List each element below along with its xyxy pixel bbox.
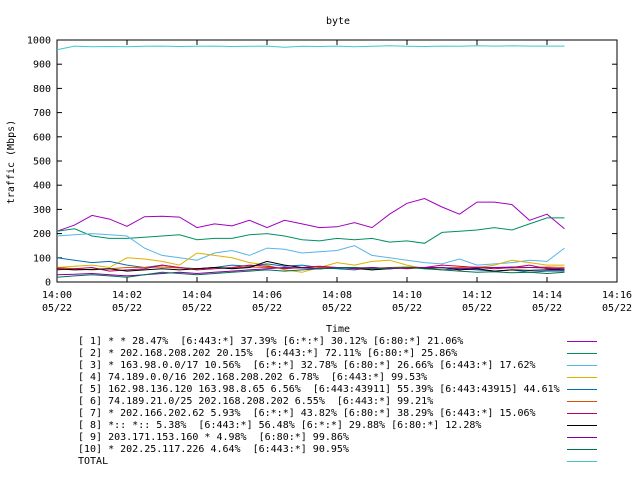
legend-entry-5: [ 5] 162.98.136.120 163.98.8.65 6.56% [6…	[78, 384, 638, 396]
y-tick-label: 700	[33, 108, 51, 119]
legend-entry-10: [10] * 202.25.117.226 4.64% [6:443:*] 90…	[78, 444, 638, 456]
legend-entry-7: [ 7] * 202.166.202.62 5.93% [6:*:*] 43.8…	[78, 408, 638, 420]
legend-swatch	[567, 437, 597, 438]
legend-label: [10] * 202.25.117.226 4.64% [6:443:*] 90…	[78, 444, 349, 455]
legend-label: [ 1] * * 28.47% [6:443:*] 37.39% [6:*:*]…	[78, 336, 464, 347]
legend-swatch	[567, 461, 597, 462]
series-line-11	[56, 45, 565, 51]
legend-label: [ 6] 74.189.21.0/25 202.168.208.202 6.55…	[78, 396, 434, 407]
legend-swatch	[567, 389, 597, 390]
x-tick-time-label: 14:02	[112, 290, 142, 301]
legend-swatch	[567, 449, 597, 450]
legend-swatch	[567, 365, 597, 366]
legend-swatch	[567, 425, 597, 426]
chart-title: byte	[326, 16, 350, 27]
legend-swatch	[567, 401, 597, 402]
y-tick-label: 500	[33, 157, 51, 168]
legend-entry-6: [ 6] 74.189.21.0/25 202.168.208.202 6.55…	[78, 396, 638, 408]
y-tick-label: 800	[33, 84, 51, 95]
legend-entry-2: [ 2] * 202.168.208.202 20.15% [6:443:*] …	[78, 348, 638, 360]
y-axis-ticks: 0 100 200 300 400 500 600 700 800 900 1000	[27, 36, 617, 289]
x-tick-date-label: 05/22	[42, 303, 72, 314]
x-tick-time-label: 14:06	[252, 290, 282, 301]
x-tick-date-label: 05/22	[532, 303, 562, 314]
x-tick-time-label: 14:08	[322, 290, 352, 301]
series-line-2	[56, 217, 565, 244]
legend-entry-3: [ 3] * 163.98.0.0/17 10.56% [6:*:*] 32.7…	[78, 360, 638, 372]
legend-label: [ 9] 203.171.153.160 * 4.98% [6:80:*] 99…	[78, 432, 349, 443]
legend-label: [ 8] *:: *:: 5.38% [6:443:*] 56.48% [6:*…	[78, 420, 482, 431]
legend-entry-9: [ 9] 203.171.153.160 * 4.98% [6:80:*] 99…	[78, 432, 638, 444]
legend-swatch	[567, 353, 597, 354]
x-tick-time-label: 14:14	[532, 290, 562, 301]
x-tick-date-label: 05/22	[182, 303, 212, 314]
legend-swatch	[567, 377, 597, 378]
legend-label: [ 2] * 202.168.208.202 20.15% [6:443:*] …	[78, 348, 458, 359]
x-tick-time-label: 14:10	[392, 290, 422, 301]
x-tick-date-label: 05/22	[112, 303, 142, 314]
legend-label: [ 5] 162.98.136.120 163.98.8.65 6.56% [6…	[78, 384, 560, 395]
y-tick-label: 300	[33, 205, 51, 216]
y-tick-label: 400	[33, 181, 51, 192]
series-line-1	[56, 197, 565, 232]
x-tick-date-label: 05/22	[392, 303, 422, 314]
y-axis-label: traffic (Mbps)	[6, 120, 17, 204]
legend-label: [ 4] 74.189.0.0/16 202.168.208.202 6.78%…	[78, 372, 428, 383]
x-tick-date-label: 05/22	[252, 303, 282, 314]
series-lines	[56, 45, 565, 278]
y-tick-label: 100	[33, 253, 51, 264]
x-tick-time-label: 14:12	[462, 290, 492, 301]
legend-entry-1: [ 1] * * 28.47% [6:443:*] 37.39% [6:*:*]…	[78, 336, 638, 348]
y-tick-label: 600	[33, 132, 51, 143]
legend-swatch	[567, 341, 597, 342]
x-tick-date-label: 05/22	[462, 303, 492, 314]
x-tick-time-label: 14:00	[42, 290, 72, 301]
legend-entry-8: [ 8] *:: *:: 5.38% [6:443:*] 56.48% [6:*…	[78, 420, 638, 432]
y-tick-label: 1000	[27, 36, 51, 47]
legend-label: [ 3] * 163.98.0.0/17 10.56% [6:*:*] 32.7…	[78, 360, 536, 371]
x-tick-time-label: 14:16	[602, 290, 632, 301]
x-axis-label: Time	[326, 324, 350, 335]
legend-entry-11: TOTAL	[78, 456, 638, 468]
legend-entry-4: [ 4] 74.189.0.0/16 202.168.208.202 6.78%…	[78, 372, 638, 384]
legend-label: TOTAL	[78, 456, 109, 467]
x-tick-time-label: 14:04	[182, 290, 212, 301]
x-tick-date-label: 05/22	[322, 303, 352, 314]
y-tick-label: 0	[45, 278, 51, 289]
y-tick-label: 900	[33, 60, 51, 71]
legend-label: [ 7] * 202.166.202.62 5.93% [6:*:*] 43.8…	[78, 408, 536, 419]
y-tick-label: 200	[33, 229, 51, 240]
legend-swatch	[567, 413, 597, 414]
x-tick-date-label: 05/22	[602, 303, 632, 314]
